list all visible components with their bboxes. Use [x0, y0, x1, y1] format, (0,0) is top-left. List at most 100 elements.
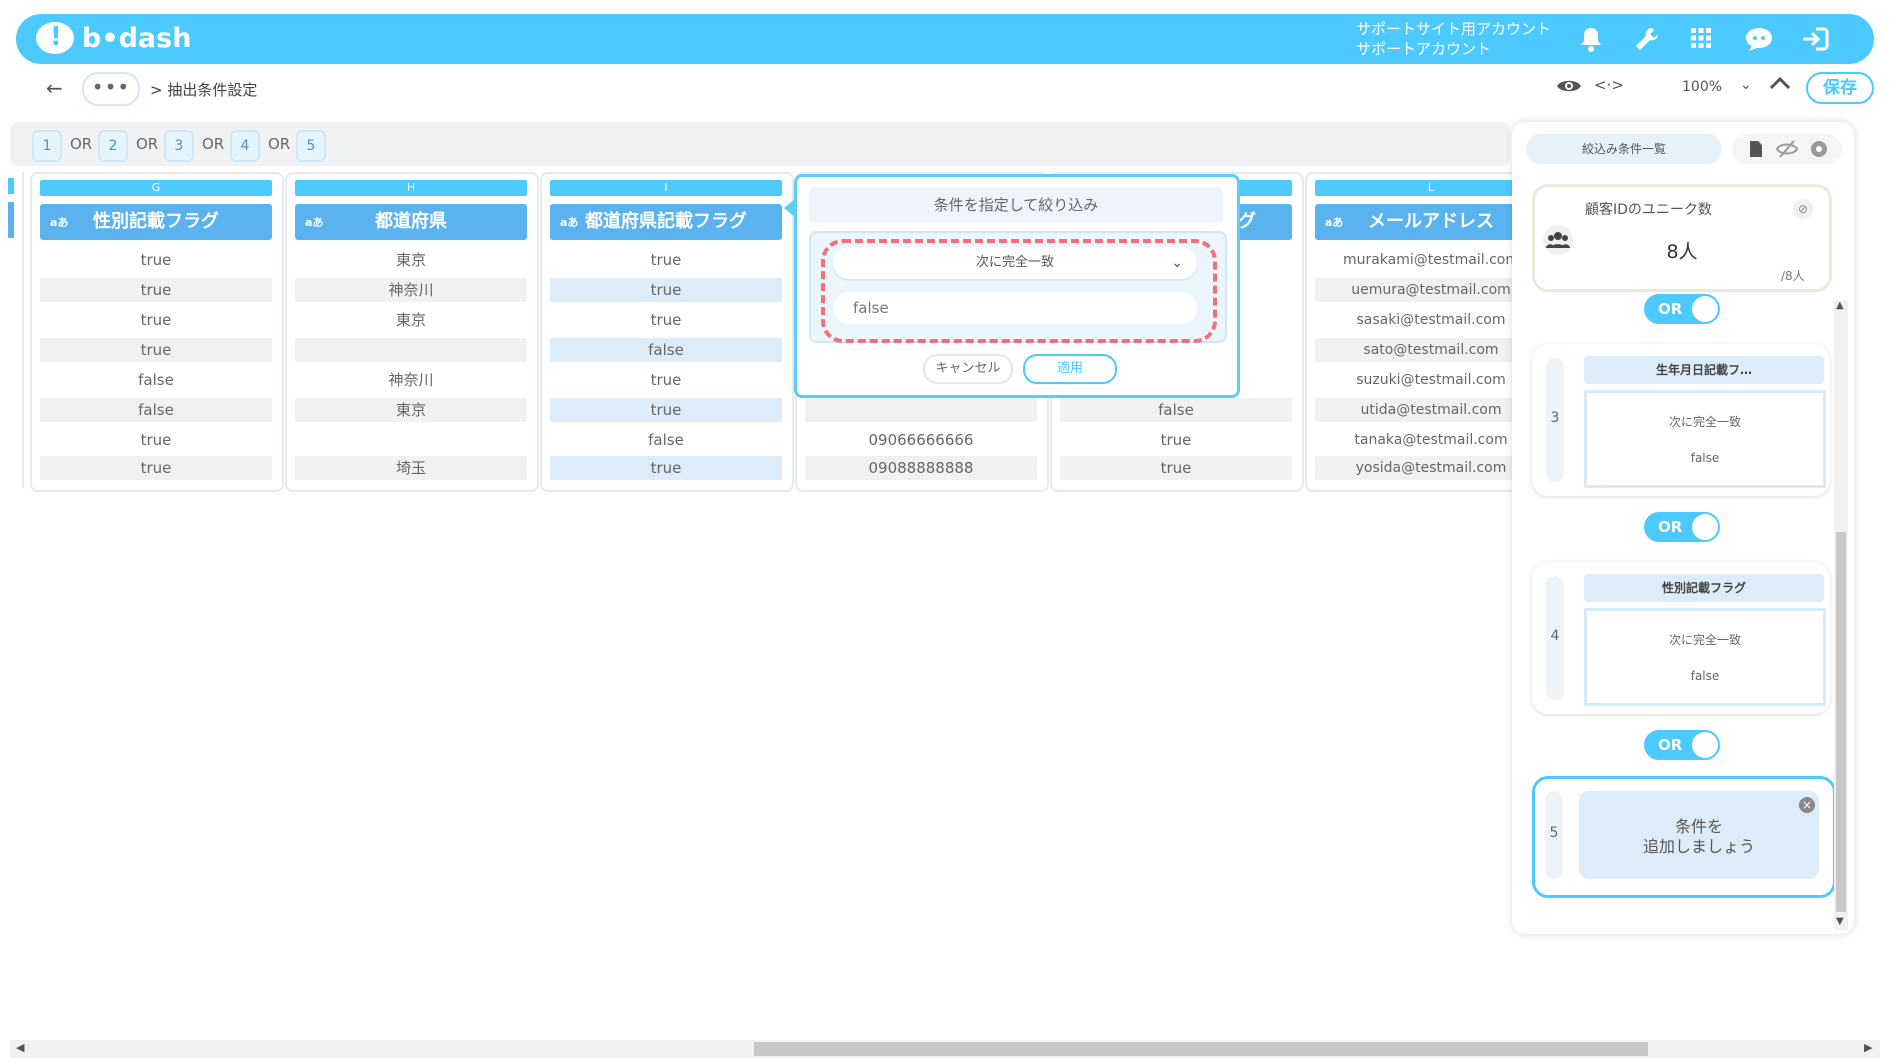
- horizontal-scroll-thumb[interactable]: [754, 1042, 1648, 1056]
- table-cell: true: [650, 251, 682, 269]
- table-cell: [805, 398, 1037, 422]
- bell-icon[interactable]: [1576, 26, 1606, 54]
- unique-total: /8人: [1781, 269, 1805, 283]
- or-toggle[interactable]: OR: [1644, 730, 1720, 760]
- toggle-knob: [1692, 296, 1718, 322]
- vertical-scrollbar[interactable]: ▲ ▼: [1834, 300, 1848, 930]
- condition-chip-5[interactable]: 5: [296, 130, 326, 162]
- logo[interactable]: b•dash: [36, 22, 191, 54]
- filter-value: false: [853, 299, 889, 317]
- eye-icon[interactable]: [1556, 76, 1582, 100]
- or-connector: OR: [268, 135, 291, 153]
- filter-popup: 条件を指定して絞り込み 次に完全一致 ⌄ false キャンセル 適用: [794, 174, 1240, 398]
- toggle-knob: [1692, 514, 1718, 540]
- logo-icon: [36, 22, 74, 54]
- table-cell: false: [550, 338, 782, 362]
- condition-number: 3: [1546, 358, 1564, 482]
- vertical-scroll-thumb[interactable]: [1836, 532, 1846, 912]
- add-label-line2: 追加しましょう: [1642, 837, 1755, 856]
- or-connector: OR: [70, 135, 93, 153]
- condition-chip-1[interactable]: 1: [32, 130, 62, 162]
- refresh-off-icon[interactable]: ⊘: [1793, 199, 1813, 219]
- add-label-line1: 条件を: [1674, 817, 1723, 836]
- condition-value: false: [1690, 451, 1720, 465]
- zoom-select[interactable]: 100% ⌄: [1650, 72, 1760, 102]
- table-cell: 東京: [395, 311, 426, 329]
- condition-body[interactable]: 次に完全一致 false: [1584, 390, 1826, 488]
- or-toggle[interactable]: OR: [1644, 294, 1720, 324]
- column-i[interactable]: I aあ 都道府県記載フラグ true true true false true…: [540, 172, 794, 492]
- toggle-label: OR: [1658, 518, 1683, 536]
- add-condition-button[interactable]: 条件を 追加しましょう: [1579, 791, 1819, 879]
- table-cell: true: [1160, 431, 1192, 449]
- account-info[interactable]: サポートサイト用アカウント サポートアカウント: [1356, 19, 1551, 59]
- column-name: 都道府県記載フラグ: [585, 211, 747, 232]
- column-letter: G: [40, 180, 272, 196]
- or-connector: OR: [202, 135, 225, 153]
- save-button[interactable]: 保存: [1806, 72, 1874, 104]
- table-cell: 神奈川: [295, 278, 527, 302]
- table-cell: false: [138, 371, 174, 389]
- column-h[interactable]: H aあ 都道府県 東京 神奈川 東京 神奈川 東京 埼玉: [285, 172, 539, 492]
- horizontal-scrollbar[interactable]: ◀ ▶: [10, 1040, 1880, 1058]
- column-letter-strip: [8, 178, 14, 194]
- condition-value: false: [1690, 669, 1720, 683]
- table-cell: 東京: [295, 398, 527, 422]
- logout-icon[interactable]: [1800, 26, 1830, 54]
- scroll-right-icon[interactable]: ▶: [1864, 1041, 1872, 1054]
- table-cell: [295, 338, 527, 362]
- apply-button[interactable]: 適用: [1023, 354, 1117, 384]
- unique-count: 8人: [1666, 241, 1698, 263]
- code-view-icon[interactable]: <·>: [1594, 76, 1624, 94]
- table-cell: 09066666666: [868, 431, 974, 449]
- document-icon[interactable]: [1748, 140, 1764, 162]
- or-toggle[interactable]: OR: [1644, 512, 1720, 542]
- tab-filter-list[interactable]: 絞込み条件一覧: [1526, 134, 1722, 164]
- wrench-icon[interactable]: [1632, 26, 1662, 54]
- settings-circle-icon[interactable]: [1810, 140, 1828, 162]
- filter-conditions-panel: 絞込み条件一覧 顧客IDのユニーク数 ⊘ 8人 /8人 OR 3 生年月日記載フ…: [1512, 122, 1854, 934]
- chat-icon[interactable]: [1744, 26, 1774, 54]
- condition-card-3[interactable]: 3 生年月日記載フ… 次に完全一致 false: [1532, 344, 1830, 496]
- condition-number: 5: [1545, 791, 1563, 879]
- chevron-up-icon[interactable]: [1768, 74, 1792, 96]
- column-header[interactable]: aあ 都道府県記載フラグ: [550, 204, 782, 240]
- logo-text: b•dash: [82, 22, 192, 54]
- column-header[interactable]: aあ 性別記載フラグ: [40, 204, 272, 240]
- breadcrumb: > 抽出条件設定: [150, 81, 258, 99]
- grid-icon[interactable]: [1686, 26, 1716, 54]
- condition-body[interactable]: 次に完全一致 false: [1584, 608, 1826, 706]
- table-cell: true: [1060, 456, 1292, 480]
- cancel-button[interactable]: キャンセル: [923, 354, 1013, 384]
- column-name: 性別記載フラグ: [93, 211, 219, 232]
- column-name: 都道府県: [375, 211, 447, 232]
- close-icon[interactable]: ×: [1799, 797, 1815, 813]
- condition-card-4[interactable]: 4 性別記載フラグ 次に完全一致 false: [1532, 562, 1830, 714]
- table-cell: true: [650, 371, 682, 389]
- back-arrow-icon[interactable]: ←: [46, 76, 63, 100]
- column-g[interactable]: G aあ 性別記載フラグ true true true true false f…: [30, 172, 284, 492]
- table-cell: true: [40, 456, 272, 480]
- panel-icon-group: [1732, 134, 1842, 164]
- column-header[interactable]: aあ 都道府県: [295, 204, 527, 240]
- condition-chip-3[interactable]: 3: [164, 130, 194, 162]
- condition-field: 性別記載フラグ: [1584, 574, 1824, 602]
- toggle-label: OR: [1658, 736, 1683, 754]
- breadcrumb-more-button[interactable]: •••: [82, 72, 140, 106]
- table-cell: false: [1060, 398, 1292, 422]
- condition-chip-4[interactable]: 4: [230, 130, 260, 162]
- toggle-label: OR: [1658, 300, 1683, 318]
- scroll-left-icon[interactable]: ◀: [16, 1041, 24, 1054]
- filter-value-input[interactable]: false: [833, 292, 1197, 324]
- popup-title: 条件を指定して絞り込み: [809, 187, 1223, 223]
- table-cell: 09088888888: [805, 456, 1037, 480]
- table-cell: 東京: [395, 251, 426, 269]
- toggle-knob: [1692, 732, 1718, 758]
- scroll-up-icon[interactable]: ▲: [1836, 300, 1844, 311]
- scroll-down-icon[interactable]: ▼: [1836, 916, 1844, 927]
- eye-off-icon[interactable]: [1775, 139, 1799, 163]
- operator-select[interactable]: 次に完全一致 ⌄: [833, 247, 1197, 279]
- add-condition-card[interactable]: 5 条件を 追加しましょう ×: [1532, 776, 1836, 898]
- condition-chip-2[interactable]: 2: [98, 130, 128, 162]
- column-partial-left: [8, 172, 24, 488]
